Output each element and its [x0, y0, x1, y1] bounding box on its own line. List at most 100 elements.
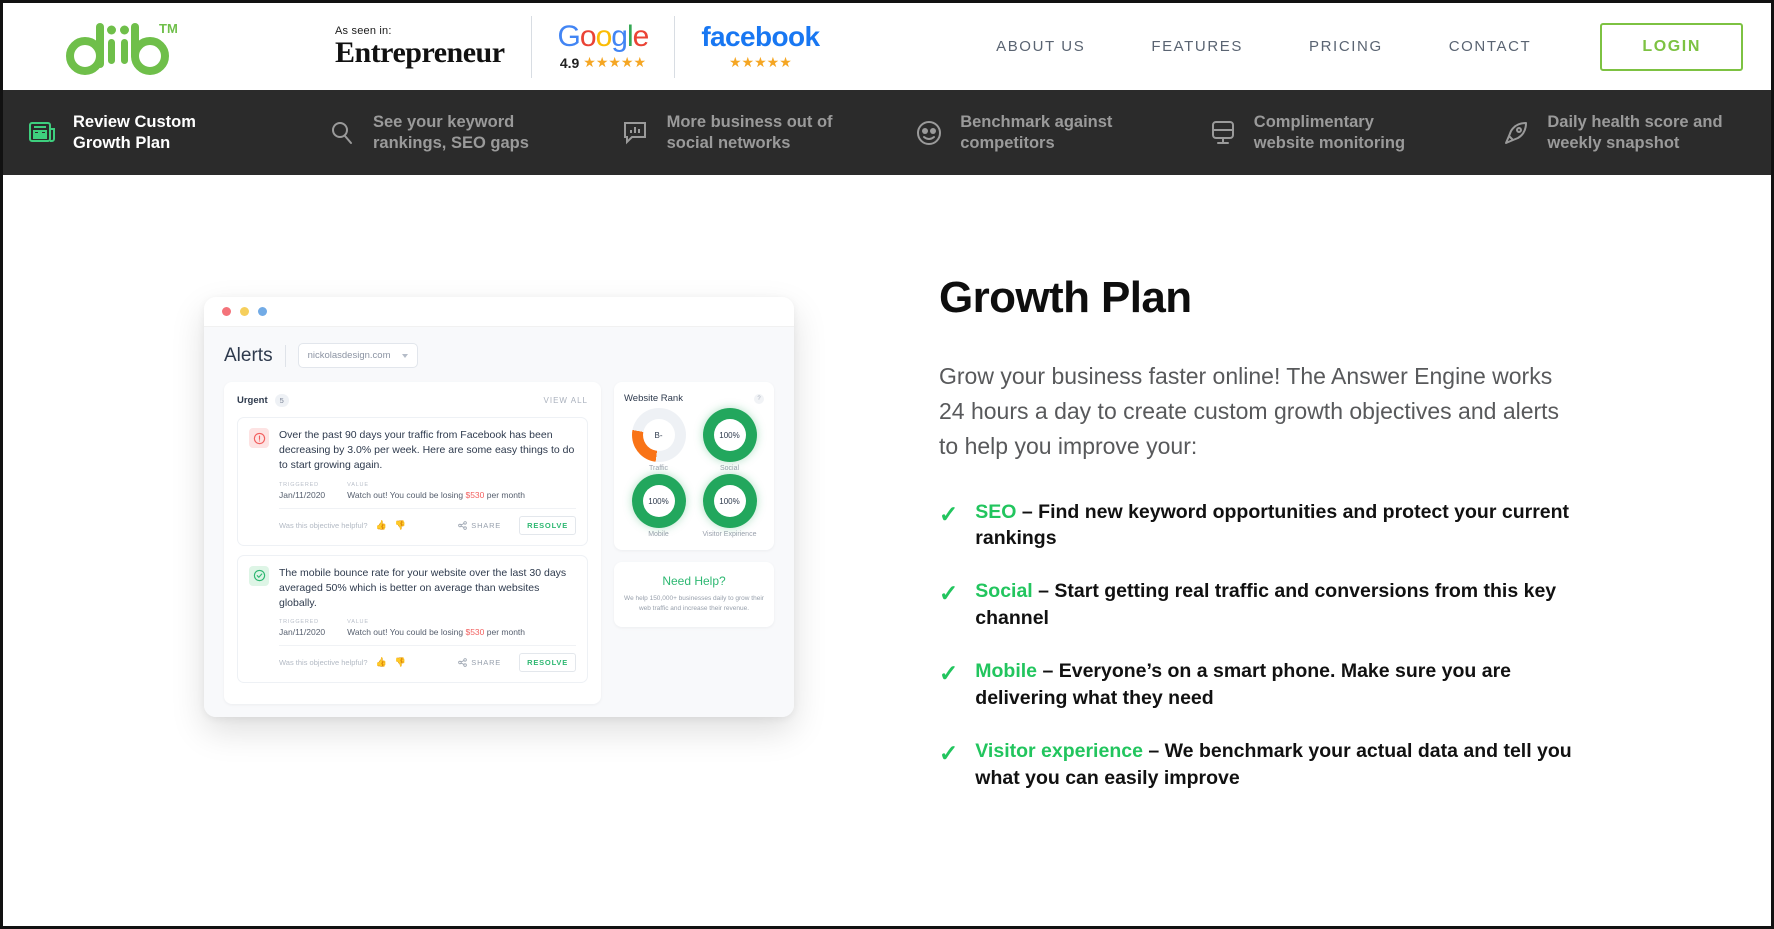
benefit-text: Social – Start getting real traffic and …	[975, 580, 1557, 630]
feature-item-keyword-rankings[interactable]: See your keyword rankings, SEO gaps	[303, 112, 597, 153]
feature-item-website-monitoring[interactable]: Complimentary website monitoring	[1184, 112, 1478, 153]
social-donut-label: Social	[719, 465, 740, 472]
main-content: Alerts nickolasdesign.com Urgent 5 VIEW …	[3, 175, 1771, 926]
share-button[interactable]: SHARE	[458, 658, 501, 667]
primary-nav: ABOUT US FEATURES PRICING CONTACT LOGIN	[963, 22, 1743, 71]
social-donut-chart: 100%	[702, 408, 757, 462]
alert-message: The mobile bounce rate for your website …	[279, 566, 567, 609]
helpful-question: Was this objective helpful?	[279, 658, 368, 668]
help-icon[interactable]: ?	[754, 393, 764, 404]
need-help-title: Need Help?	[662, 574, 726, 588]
share-label: SHARE	[471, 658, 502, 668]
helpful-question: Was this objective helpful?	[279, 520, 368, 530]
nav-contact[interactable]: CONTACT	[1416, 38, 1565, 55]
traffic-donut-label: Traffic	[648, 465, 669, 472]
feature-item-growth-plan[interactable]: Review Custom Growth Plan	[3, 112, 303, 153]
feature-item-social-networks[interactable]: More business out of social networks	[597, 112, 891, 153]
google-rating-row: 4.9 ★★★★★	[560, 54, 646, 71]
nav-features[interactable]: FEATURES	[1118, 38, 1276, 55]
diib-logo-mark	[63, 19, 173, 75]
feature-bar: Review Custom Growth Plan See your keywor…	[3, 90, 1771, 175]
feature-item-benchmark-competitors[interactable]: Benchmark against competitors	[890, 112, 1184, 153]
thumbs-up-icon[interactable]: 👍	[376, 657, 387, 668]
benefit-keyword: Visitor experience	[975, 740, 1143, 762]
monitor-icon	[1206, 116, 1240, 150]
visitor-experience-donut-label: Visitor Expirience	[702, 531, 757, 538]
benefit-text: Mobile – Everyone’s on a smart phone. Ma…	[975, 660, 1511, 710]
report-icon	[25, 116, 59, 150]
google-wordmark: Google	[557, 20, 650, 53]
right-rail: Website Rank ? B- Traffic 100% Social 10…	[614, 382, 774, 704]
value-text: Watch out! You could be losing $530 per …	[347, 489, 526, 500]
social-chart-icon	[619, 116, 653, 150]
website-rank-panel: Website Rank ? B- Traffic 100% Social 10…	[614, 382, 774, 550]
alert-card: The mobile bounce rate for your website …	[237, 554, 588, 684]
alerts-page-title: Alerts	[224, 344, 273, 366]
alert-header: The mobile bounce rate for your website …	[249, 565, 576, 611]
alerts-panel: Urgent 5 VIEW ALL Over the past 90 days …	[224, 382, 601, 705]
check-icon: ✓	[939, 740, 959, 766]
chevron-down-icon	[402, 353, 409, 358]
search-icon	[325, 116, 359, 150]
feature-item-label: See your keyword rankings, SEO gaps	[373, 112, 529, 152]
dashboard-mockup: Alerts nickolasdesign.com Urgent 5 VIEW …	[204, 297, 794, 717]
alert-triggered-block: TRIGGERED Jan/11/2020	[279, 619, 325, 637]
website-rank-title: Website Rank	[624, 393, 683, 404]
page-frame: TM As seen in: Entrepreneur Google 4.9 ★…	[0, 0, 1774, 929]
mobile-donut-chart: 100%	[631, 474, 686, 528]
mockup-body: Alerts nickolasdesign.com Urgent 5 VIEW …	[204, 327, 794, 717]
diib-logo[interactable]: TM	[63, 19, 213, 75]
rank-metric: 100% Mobile	[624, 474, 693, 538]
page-title: Growth Plan	[939, 273, 1192, 322]
feature-item-label: Review Custom Growth Plan	[73, 112, 196, 152]
triggered-label: TRIGGERED	[279, 619, 319, 626]
traffic-donut-chart: B-	[631, 408, 686, 462]
nav-about-us[interactable]: ABOUT US	[963, 38, 1118, 55]
window-close-dot	[222, 307, 231, 316]
mobile-donut-label: Mobile	[648, 531, 669, 538]
site-header: TM As seen in: Entrepreneur Google 4.9 ★…	[3, 3, 1771, 90]
window-maximize-dot	[258, 307, 267, 316]
site-selector-value: nickolasdesign.com	[307, 350, 391, 361]
divider	[279, 507, 576, 509]
google-stars-icon: ★★★★★	[583, 54, 647, 70]
resolve-button[interactable]: RESOLVE	[519, 515, 576, 535]
thumbs-down-icon[interactable]: 👎	[395, 520, 406, 531]
benefit-keyword: SEO	[975, 500, 1017, 523]
list-item: ✓ Mobile – Everyone’s on a smart phone. …	[939, 658, 1695, 712]
press-badges: As seen in: Entrepreneur Google 4.9 ★★★★…	[309, 15, 845, 78]
resolve-button[interactable]: RESOLVE	[519, 653, 576, 673]
website-rank-header: Website Rank ?	[624, 393, 764, 404]
urgent-label-group: Urgent 5	[237, 394, 289, 407]
mobile-donut-value: 100%	[642, 485, 675, 517]
site-selector-dropdown[interactable]: nickolasdesign.com	[297, 343, 419, 368]
thumbs-up-icon[interactable]: 👍	[376, 520, 387, 531]
social-donut-value: 100%	[713, 419, 746, 451]
traffic-donut-value: B-	[642, 419, 675, 451]
alert-footer: Was this objective helpful? 👍 👎 SHARE RE…	[279, 653, 576, 673]
alert-value-block: VALUE Watch out! You could be losing $53…	[347, 619, 525, 637]
divider	[284, 344, 286, 367]
urgent-header-row: Urgent 5 VIEW ALL	[237, 394, 588, 407]
triggered-label: TRIGGERED	[279, 481, 319, 488]
feature-item-label: Complimentary website monitoring	[1253, 112, 1406, 152]
benefit-keyword: Social	[975, 580, 1033, 603]
share-label: SHARE	[471, 520, 502, 530]
alert-card: Over the past 90 days your traffic from …	[237, 417, 588, 546]
mockup-column: Alerts nickolasdesign.com Urgent 5 VIEW …	[59, 235, 939, 926]
mockup-columns: Urgent 5 VIEW ALL Over the past 90 days …	[224, 382, 774, 705]
need-help-text: We help 150,000+ businesses daily to gro…	[624, 595, 764, 613]
google-rating-badge: Google 4.9 ★★★★★	[530, 15, 675, 78]
login-button[interactable]: LOGIN	[1600, 22, 1743, 71]
feature-item-label: More business out of social networks	[666, 112, 833, 152]
rocket-icon	[1499, 116, 1533, 150]
value-label: VALUE	[347, 619, 369, 626]
entrepreneur-wordmark: Entrepreneur	[335, 36, 505, 69]
feature-item-daily-health-score[interactable]: Daily health score and weekly snapshot	[1477, 112, 1771, 153]
entrepreneur-badge: As seen in: Entrepreneur	[309, 16, 531, 78]
nav-pricing[interactable]: PRICING	[1276, 38, 1416, 55]
rank-metric: 100% Social	[695, 408, 764, 472]
thumbs-down-icon[interactable]: 👎	[395, 657, 406, 668]
view-all-link[interactable]: VIEW ALL	[544, 396, 588, 405]
share-button[interactable]: SHARE	[458, 521, 501, 530]
